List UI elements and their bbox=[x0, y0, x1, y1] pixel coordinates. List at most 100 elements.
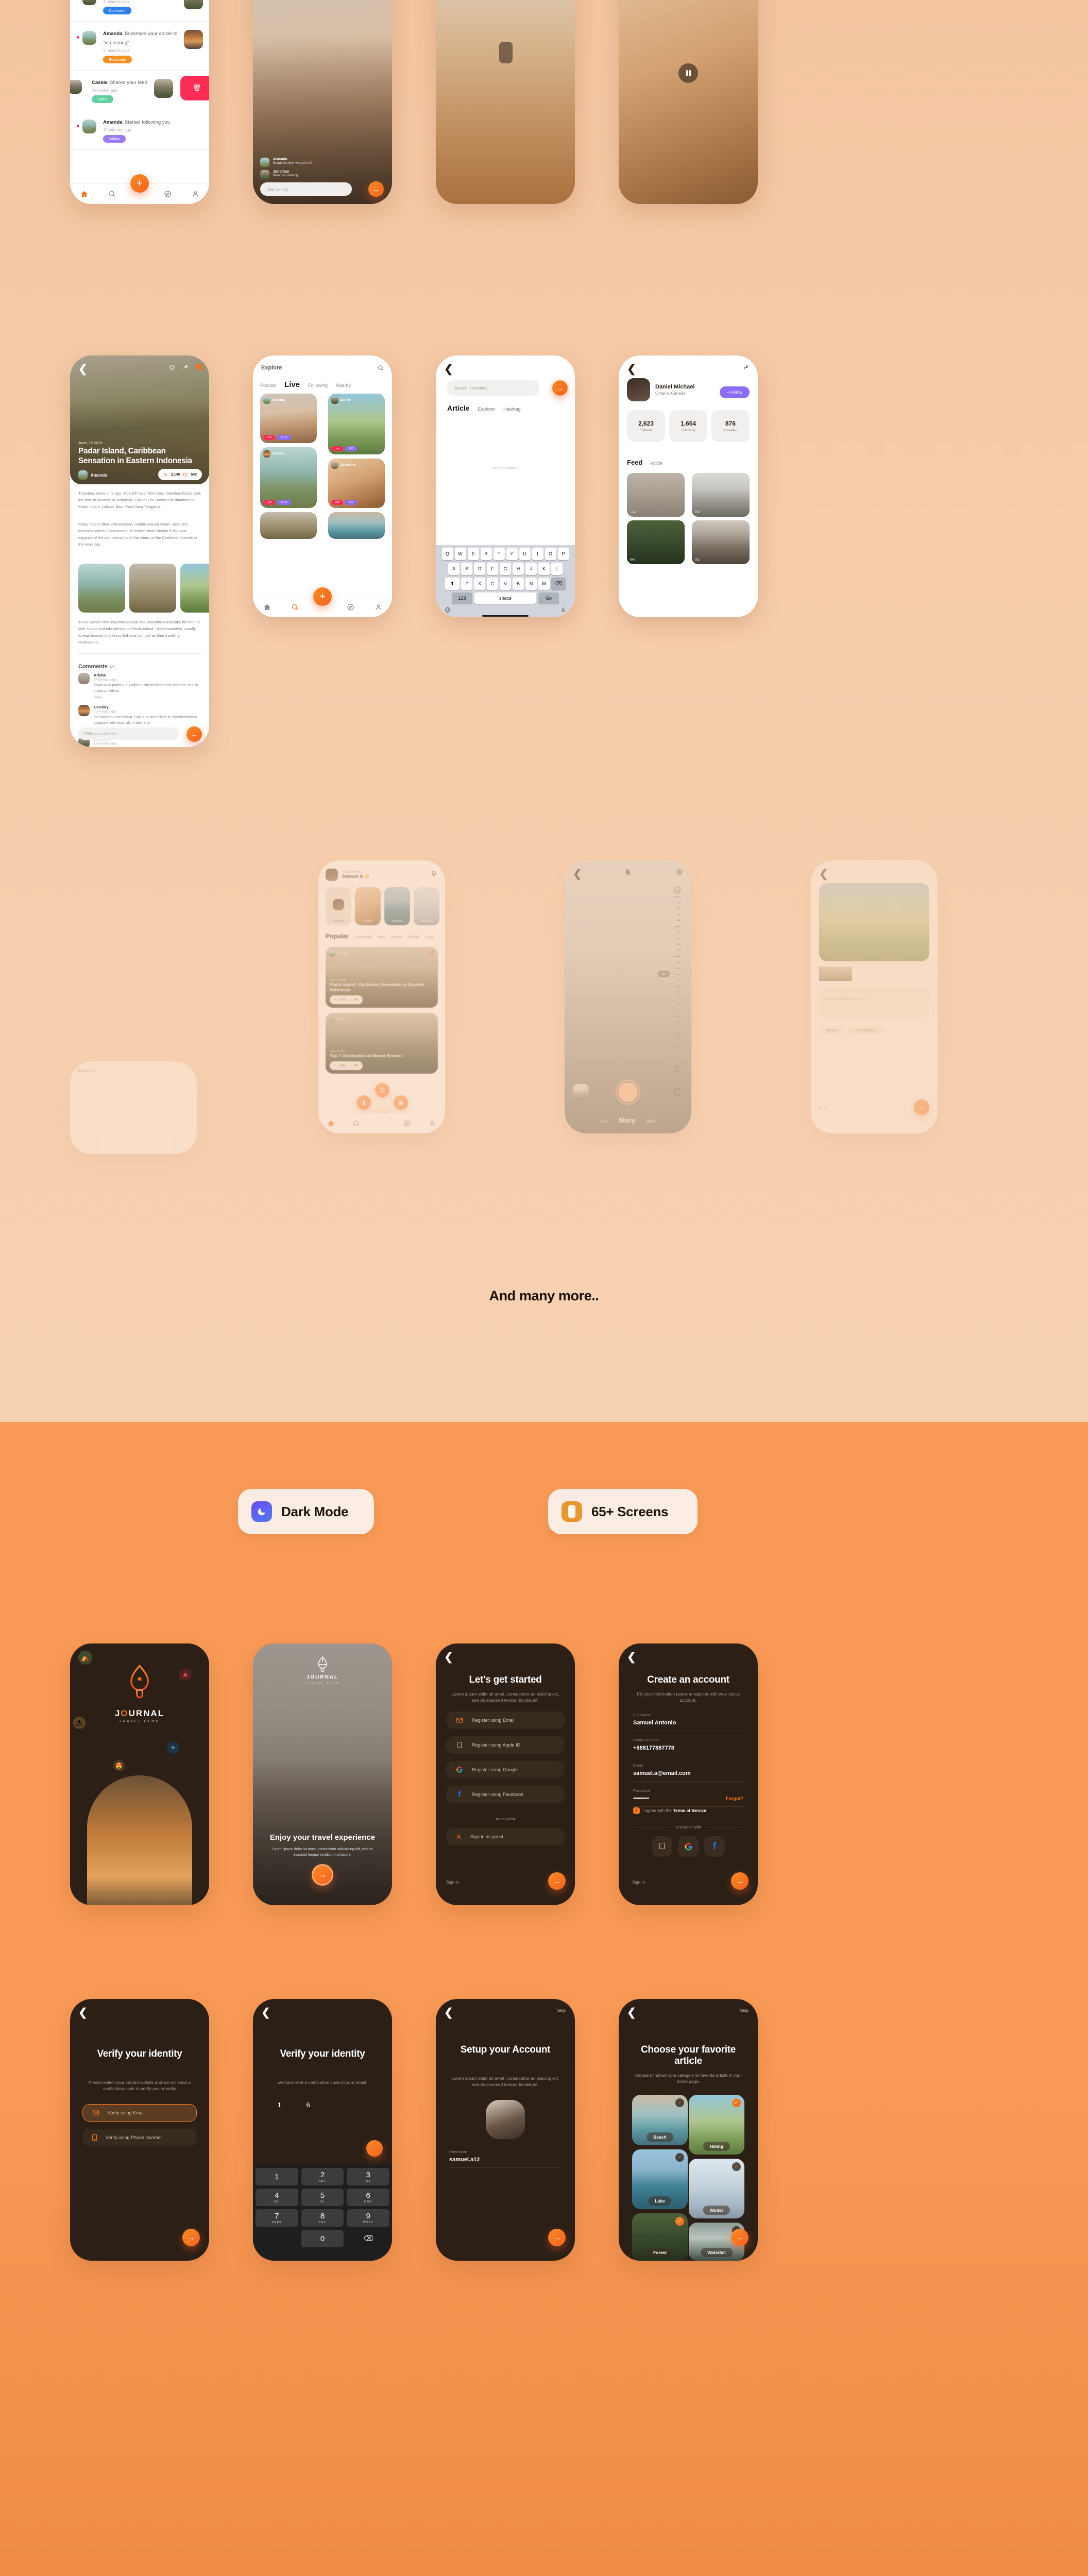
key-J[interactable]: J bbox=[525, 563, 537, 575]
stat-card[interactable]: 1,654 Following bbox=[669, 410, 707, 442]
bookmark-icon[interactable] bbox=[430, 951, 434, 955]
tab-writing[interactable]: Writing bbox=[819, 1026, 845, 1035]
fab-article[interactable]: ☰ bbox=[375, 1083, 389, 1097]
register-option-0[interactable]: Register using Email bbox=[446, 1711, 565, 1729]
key-U[interactable]: U bbox=[519, 548, 531, 560]
category-card-lake[interactable]: ✓ Lake bbox=[632, 2149, 688, 2209]
delete-icon[interactable]: 🗑 bbox=[180, 76, 209, 100]
field-value[interactable]: Samuel Antonio bbox=[633, 1720, 743, 1726]
notification-action-button[interactable]: Bookmark bbox=[103, 56, 132, 63]
key-V[interactable]: V bbox=[500, 578, 511, 590]
settings-icon[interactable] bbox=[676, 869, 683, 876]
post-card[interactable]: Amanda June, 12 2021 Padar Island, Carib… bbox=[326, 947, 438, 1008]
key-D[interactable]: D bbox=[474, 563, 485, 575]
feed-thumbnail[interactable]: 543 bbox=[627, 520, 685, 564]
key-Z[interactable]: Z bbox=[461, 578, 472, 590]
bell-icon[interactable] bbox=[431, 871, 437, 877]
category-check-icon[interactable]: ✓ bbox=[732, 2098, 741, 2107]
article-gallery-image[interactable] bbox=[78, 564, 125, 613]
live-card[interactable] bbox=[260, 512, 317, 539]
zoom-out-icon[interactable]: − bbox=[674, 1065, 681, 1072]
otp-input[interactable]: 1 6 bbox=[267, 2101, 378, 2113]
live-card[interactable]: Cassidy Live 1,045 bbox=[260, 447, 317, 508]
avatar[interactable] bbox=[486, 2100, 525, 2139]
terms-link[interactable]: Terms of Service bbox=[673, 1808, 706, 1813]
next-button[interactable]: → bbox=[548, 1872, 566, 1890]
sign-in-link[interactable]: Sign In bbox=[632, 1880, 645, 1885]
back-chevron-icon[interactable]: ❮ bbox=[444, 1652, 453, 1663]
apple-icon[interactable]:  bbox=[652, 1836, 672, 1857]
facebook-icon[interactable]: f bbox=[704, 1836, 725, 1857]
next-button[interactable]: → bbox=[731, 2229, 749, 2246]
notification-row[interactable]: Cassie Shared your feed 4 minutes ago Sh… bbox=[70, 71, 209, 110]
search-icon[interactable] bbox=[291, 603, 299, 611]
keypad-8[interactable]: 8 TUV bbox=[301, 2209, 344, 2227]
key-Y[interactable]: Y bbox=[506, 548, 518, 560]
avatar[interactable] bbox=[326, 869, 338, 881]
back-chevron-icon[interactable]: ❮ bbox=[78, 2007, 88, 2019]
category-check-icon[interactable]: ✓ bbox=[732, 2162, 741, 2171]
key-G[interactable]: G bbox=[500, 563, 511, 575]
profile-icon[interactable] bbox=[375, 603, 382, 611]
home-tab-hiking[interactable]: Hiking bbox=[409, 935, 419, 939]
keypad-2[interactable]: 2 ABC bbox=[301, 2168, 344, 2185]
register-option-2[interactable]: Register using Google bbox=[446, 1761, 565, 1778]
camera-mode-story[interactable]: Story bbox=[618, 1116, 635, 1124]
profile-icon[interactable] bbox=[429, 1120, 436, 1127]
post-card[interactable]: Daniel June, 11 2021 Top 7 Destination a… bbox=[326, 1013, 438, 1074]
keypad-7[interactable]: 7 PQRS bbox=[256, 2209, 298, 2227]
skip-button[interactable]: Skip bbox=[557, 2008, 566, 2013]
otp-digit[interactable]: 1 bbox=[267, 2101, 292, 2113]
key-space[interactable]: space bbox=[474, 592, 536, 604]
key-A[interactable]: A bbox=[448, 563, 460, 575]
category-check-icon[interactable]: ✓ bbox=[675, 2098, 684, 2107]
publish-button[interactable]: → bbox=[914, 1099, 929, 1115]
otp-digit[interactable] bbox=[325, 2101, 349, 2113]
feed-thumbnail[interactable]: 1.2k bbox=[627, 473, 685, 517]
key-B[interactable]: B bbox=[513, 578, 524, 590]
search-icon[interactable] bbox=[378, 365, 384, 371]
emoji-icon[interactable] bbox=[445, 607, 451, 613]
back-chevron-icon[interactable]: ❮ bbox=[573, 869, 582, 880]
tab-add-address[interactable]: Add address bbox=[848, 1026, 883, 1035]
share-icon[interactable] bbox=[743, 364, 750, 371]
home-tab-new[interactable]: New bbox=[377, 935, 385, 939]
category-card-winter[interactable]: ✓ Winter bbox=[689, 2159, 744, 2218]
compass-icon[interactable] bbox=[347, 603, 354, 611]
home-tab-beach[interactable]: Beach bbox=[391, 935, 402, 939]
key-F[interactable]: F bbox=[487, 563, 498, 575]
next-button[interactable]: → bbox=[731, 1872, 749, 1890]
story-card[interactable]: Amanda bbox=[355, 887, 381, 925]
add-post-fab[interactable]: + bbox=[130, 174, 149, 193]
backspace-icon[interactable]: ⌫ bbox=[551, 578, 566, 590]
zoom-slider[interactable]: + − bbox=[673, 887, 682, 1072]
title-input[interactable]: Type your article title here bbox=[819, 988, 929, 1018]
profile-icon[interactable] bbox=[192, 190, 199, 198]
back-chevron-icon[interactable]: ❮ bbox=[627, 1652, 636, 1663]
key-Q[interactable]: Q bbox=[441, 548, 453, 560]
key-X[interactable]: X bbox=[474, 578, 485, 590]
tab-feed[interactable]: Feed bbox=[627, 459, 642, 466]
fab-story[interactable]: ▮ bbox=[356, 1095, 371, 1110]
keypad-4[interactable]: 4 GHI bbox=[256, 2189, 298, 2206]
key-123[interactable]: 123 bbox=[452, 592, 472, 604]
flip-camera-icon[interactable] bbox=[673, 1087, 682, 1096]
share-icon[interactable] bbox=[182, 364, 190, 371]
compass-icon[interactable] bbox=[164, 190, 172, 198]
key-T[interactable]: T bbox=[493, 548, 505, 560]
key-I[interactable]: I bbox=[532, 548, 543, 560]
explore-tab-live[interactable]: Live bbox=[284, 380, 300, 389]
search-tab-explorer[interactable]: Explorer bbox=[478, 406, 496, 412]
key-go[interactable]: Go bbox=[538, 592, 559, 604]
search-icon[interactable] bbox=[352, 1120, 360, 1127]
notification-action-button[interactable]: Comment bbox=[103, 7, 131, 14]
live-comment-input[interactable]: Start writing bbox=[260, 182, 352, 196]
follow-button[interactable]: + Follow bbox=[719, 386, 750, 398]
next-button[interactable] bbox=[366, 2140, 383, 2157]
stat-card[interactable]: 876 Travelled bbox=[711, 410, 750, 442]
guest-option[interactable]: Sign in as guest bbox=[446, 1828, 565, 1845]
key-P[interactable]: P bbox=[557, 548, 569, 560]
mic-icon[interactable] bbox=[560, 607, 566, 613]
comment-input[interactable]: Write your comment bbox=[78, 727, 179, 740]
key-L[interactable]: L bbox=[551, 563, 563, 575]
